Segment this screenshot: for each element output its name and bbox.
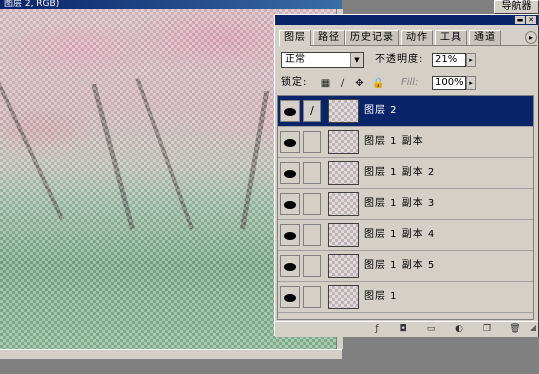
visibility-eye-icon[interactable] [280, 131, 300, 153]
link-cell[interactable] [303, 193, 321, 215]
visibility-eye-icon[interactable] [280, 224, 300, 246]
fill-label: Fill: [401, 77, 419, 88]
layer-row[interactable]: ∕ 图层 2 [278, 96, 533, 127]
layer-name: 图层 1 副本 4 [364, 229, 436, 240]
layer-thumbnail [328, 99, 359, 123]
new-layer-icon[interactable]: ❐ [481, 324, 493, 335]
layers-palette: ▬ ✕ 图层 路径 历史记录 动作 工具 通道 ▸ 正常 ▼ 不透明度: 21% ▸ 锁定… [274, 14, 539, 337]
layer-mask-icon[interactable]: ◘ [397, 324, 409, 335]
tab-tools[interactable]: 工具 [435, 30, 467, 45]
canvas-title-text: 图层 2, RGB) [4, 0, 60, 9]
blend-mode-select[interactable]: 正常 ▼ [281, 52, 364, 68]
palette-menu-button[interactable]: ▸ [525, 31, 537, 44]
layer-name: 图层 1 副本 3 [364, 198, 436, 209]
link-cell[interactable] [303, 162, 321, 184]
blend-mode-value: 正常 [285, 54, 305, 65]
fill-slider-button[interactable]: ▸ [466, 76, 476, 90]
layer-thumbnail [328, 254, 359, 278]
tree-trunk [135, 77, 194, 230]
resize-grip-icon[interactable]: ◢ [528, 323, 538, 333]
visibility-eye-icon[interactable] [280, 100, 300, 122]
fill-input[interactable]: 100% [432, 76, 466, 90]
link-cell[interactable] [303, 131, 321, 153]
layer-thumbnail [328, 192, 359, 216]
layer-thumbnail [328, 130, 359, 154]
layer-row[interactable]: 图层 1 [278, 282, 533, 313]
lock-all-icon[interactable]: 🔒 [372, 78, 384, 89]
tab-channels[interactable]: 通道 [469, 30, 501, 45]
layer-row[interactable]: 图层 1 副本 5 [278, 251, 533, 282]
canvas-horizontal-scrollbar[interactable] [0, 349, 342, 359]
link-cell[interactable] [303, 286, 321, 308]
tab-paths[interactable]: 路径 [313, 30, 345, 45]
layer-style-icon[interactable]: ƒ [371, 324, 383, 335]
layer-name: 图层 1 副本 [364, 136, 424, 147]
layer-name: 图层 2 [364, 105, 398, 116]
layer-row[interactable]: 图层 1 副本 [278, 127, 533, 158]
navigator-tab[interactable]: 导航器 [494, 0, 539, 14]
layer-name: 图层 1 副本 2 [364, 167, 436, 178]
opacity-slider-button[interactable]: ▸ [466, 53, 476, 67]
palette-tabs: 图层 路径 历史记录 动作 工具 通道 [279, 30, 537, 46]
visibility-eye-icon[interactable] [280, 193, 300, 215]
lock-image-icon[interactable]: ∕ [337, 78, 348, 89]
visibility-eye-icon[interactable] [280, 286, 300, 308]
tree-trunk [91, 83, 135, 230]
palette-minimize-button[interactable]: ▬ [515, 16, 525, 24]
palette-close-button[interactable]: ✕ [526, 16, 536, 24]
layer-thumbnail [328, 161, 359, 185]
adjustment-layer-icon[interactable]: ◐ [453, 324, 465, 335]
layer-thumbnail [328, 285, 359, 309]
lock-label: 锁定: [281, 77, 308, 88]
lock-position-icon[interactable]: ✥ [354, 78, 365, 89]
visibility-eye-icon[interactable] [280, 255, 300, 277]
layer-row[interactable]: 图层 1 副本 3 [278, 189, 533, 220]
layer-row[interactable]: 图层 1 副本 4 [278, 220, 533, 251]
new-set-icon[interactable]: ▭ [425, 324, 437, 335]
canvas-title-bar[interactable]: 图层 2, RGB) [0, 0, 342, 9]
chevron-down-icon: ▼ [350, 53, 363, 67]
layer-row[interactable]: 图层 1 副本 2 [278, 158, 533, 189]
layer-thumbnail [328, 223, 359, 247]
opacity-label: 不透明度: [375, 54, 424, 65]
navigator-tab-label: 导航器 [501, 1, 532, 12]
palette-bottom-bar: ƒ ◘ ▭ ◐ ❐ 🗑 [275, 321, 538, 337]
tree-trunk [0, 82, 64, 220]
visibility-eye-icon[interactable] [280, 162, 300, 184]
brush-icon[interactable]: ∕ [303, 100, 321, 122]
tab-layers[interactable]: 图层 [279, 30, 311, 46]
layer-name: 图层 1 副本 5 [364, 260, 436, 271]
layer-list: ∕ 图层 2 图层 1 副本图层 1 副本 2 图层 1 副本 3 图层 1 副本 4 图… [277, 95, 534, 320]
link-cell[interactable] [303, 224, 321, 246]
layer-name: 图层 1 [364, 291, 398, 302]
tab-history[interactable]: 历史记录 [345, 30, 399, 45]
opacity-input[interactable]: 21% [432, 53, 466, 67]
tree-trunk [240, 90, 270, 230]
link-cell[interactable] [303, 255, 321, 277]
lock-transparent-icon[interactable]: ▦ [320, 78, 331, 89]
palette-title-bar[interactable] [275, 15, 538, 25]
tab-actions[interactable]: 动作 [401, 30, 433, 45]
delete-layer-icon[interactable]: 🗑 [509, 324, 521, 335]
